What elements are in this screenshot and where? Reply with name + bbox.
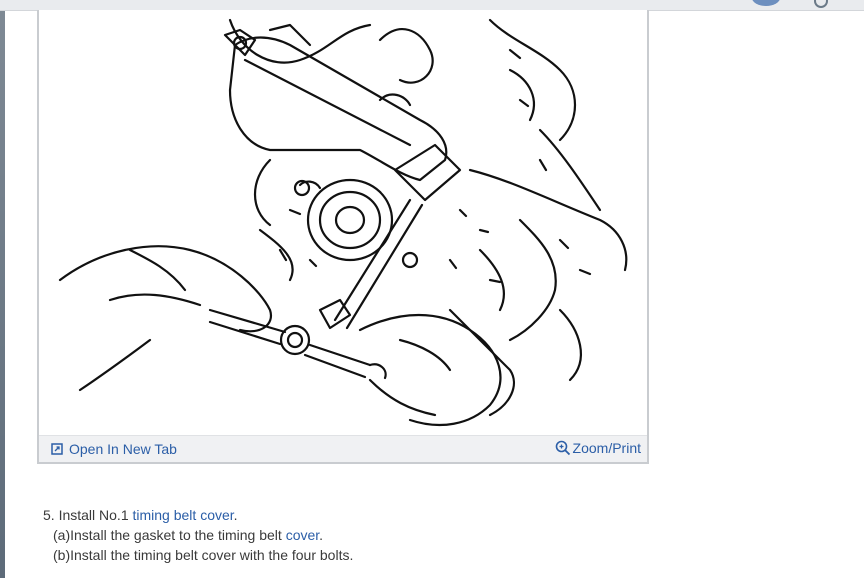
step-5a-suffix: . bbox=[319, 527, 324, 543]
toolbar-icon[interactable] bbox=[814, 0, 828, 8]
step-5a-prefix: (a)Install the gasket to the timing belt bbox=[53, 527, 286, 543]
step-5: 5. Install No.1 timing belt cover. bbox=[43, 505, 743, 525]
timing-belt-cover-link[interactable]: timing belt cover bbox=[133, 507, 234, 523]
zoom-print-button[interactable]: Zoom/Print bbox=[555, 438, 641, 458]
step-5a: (a)Install the gasket to the timing belt… bbox=[43, 525, 743, 545]
cover-link[interactable]: cover bbox=[286, 527, 319, 543]
figure-footer: Open In New Tab Zoom/Print bbox=[39, 435, 647, 462]
zoom-print-label: Zoom/Print bbox=[572, 440, 641, 456]
step-5-suffix: . bbox=[233, 507, 238, 523]
timing-belt-diagram bbox=[58, 18, 628, 427]
open-tab-icon bbox=[51, 443, 63, 455]
step-5b: (b)Install the timing belt cover with th… bbox=[53, 547, 354, 563]
open-tab-label: Open In New Tab bbox=[69, 441, 177, 457]
step-5-prefix: 5. Install No.1 bbox=[43, 507, 133, 523]
open-in-new-tab-button[interactable]: Open In New Tab bbox=[51, 440, 177, 458]
figure-card: Open In New Tab Zoom/Print bbox=[37, 10, 649, 464]
toolbar-button[interactable] bbox=[752, 0, 780, 6]
zoom-icon bbox=[555, 440, 570, 456]
window-left-edge bbox=[0, 0, 5, 578]
procedure-text: 5. Install No.1 timing belt cover. (a)In… bbox=[43, 505, 743, 565]
